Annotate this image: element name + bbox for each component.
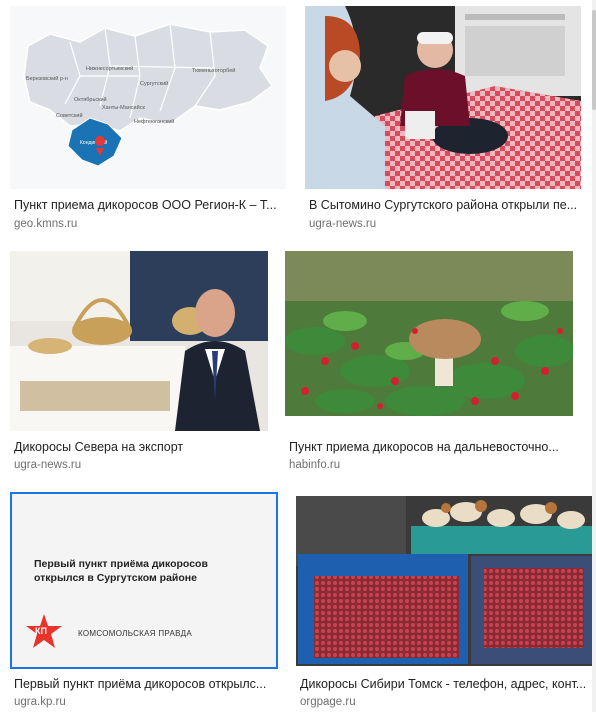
scrollbar[interactable] xyxy=(592,0,596,712)
result-card-4[interactable]: Пункт приема дикоросов на дальневосточно… xyxy=(285,251,575,476)
result-thumbnail-photo[interactable] xyxy=(285,251,573,416)
thumb-brand: КОМСОМОЛЬСКАЯ ПРАВДА xyxy=(78,629,192,638)
result-caption[interactable]: Пункт приема дикоросов на дальневосточно… xyxy=(289,439,573,455)
result-card-2[interactable]: В Сытомино Сургутского района открыли пе… xyxy=(305,6,581,236)
result-caption[interactable]: Пункт приема дикоросов ООО Регион-К – Т.… xyxy=(14,197,284,213)
result-thumbnail-news[interactable]: Первый пункт приёма дикоросов открылся в… xyxy=(10,492,278,669)
map-label: Октябрьский xyxy=(74,96,107,103)
result-thumbnail-photo[interactable] xyxy=(296,496,592,666)
map-label: Нефтеюганский xyxy=(134,118,174,125)
map-label: Нижнесортымский xyxy=(86,65,133,72)
result-domain: geo.kmns.ru xyxy=(14,218,78,230)
result-domain: habinfo.ru xyxy=(289,459,341,471)
scrollbar-thumb[interactable] xyxy=(592,10,596,110)
thumb-headline: открылся в Сургутском районе xyxy=(34,572,197,584)
map-label: Ханты-Мансийск xyxy=(102,104,145,111)
map-label: Березовский р-н xyxy=(26,75,68,82)
kp-logo: КП xyxy=(26,614,62,650)
result-caption[interactable]: В Сытомино Сургутского района открыли пе… xyxy=(309,197,579,213)
map-label: Тюменьхоторбей xyxy=(192,67,235,74)
result-thumbnail-photo[interactable] xyxy=(305,6,581,189)
result-domain: ugra-news.ru xyxy=(14,459,82,471)
result-domain: ugra.kp.ru xyxy=(14,696,66,708)
result-card-6[interactable]: Дикоросы Сибири Томск - телефон, адрес, … xyxy=(296,496,594,710)
result-thumbnail-photo[interactable] xyxy=(10,251,268,431)
result-thumbnail-map[interactable]: Березовский р-н Нижнесортымский Сургутск… xyxy=(10,6,286,189)
result-card-5[interactable]: Первый пункт приёма дикоросов открылся в… xyxy=(10,492,278,710)
result-domain: ugra-news.ru xyxy=(309,218,377,230)
result-caption[interactable]: Дикоросы Сибири Томск - телефон, адрес, … xyxy=(300,676,592,692)
thumb-headline: Первый пункт приёма дикоросов xyxy=(34,558,208,570)
result-card-3[interactable]: Дикоросы Севера на экспорт ugra-news.ru xyxy=(10,251,268,476)
result-card-1[interactable]: Березовский р-н Нижнесортымский Сургутск… xyxy=(10,6,286,236)
map-label: Советский xyxy=(56,112,83,119)
map-label: Сургутский xyxy=(140,80,168,87)
result-caption[interactable]: Первый пункт приёма дикоросов открылс... xyxy=(14,676,276,692)
kp-logo-text: КП xyxy=(35,626,47,636)
result-caption[interactable]: Дикоросы Севера на экспорт xyxy=(14,439,266,455)
result-domain: orgpage.ru xyxy=(300,696,356,708)
